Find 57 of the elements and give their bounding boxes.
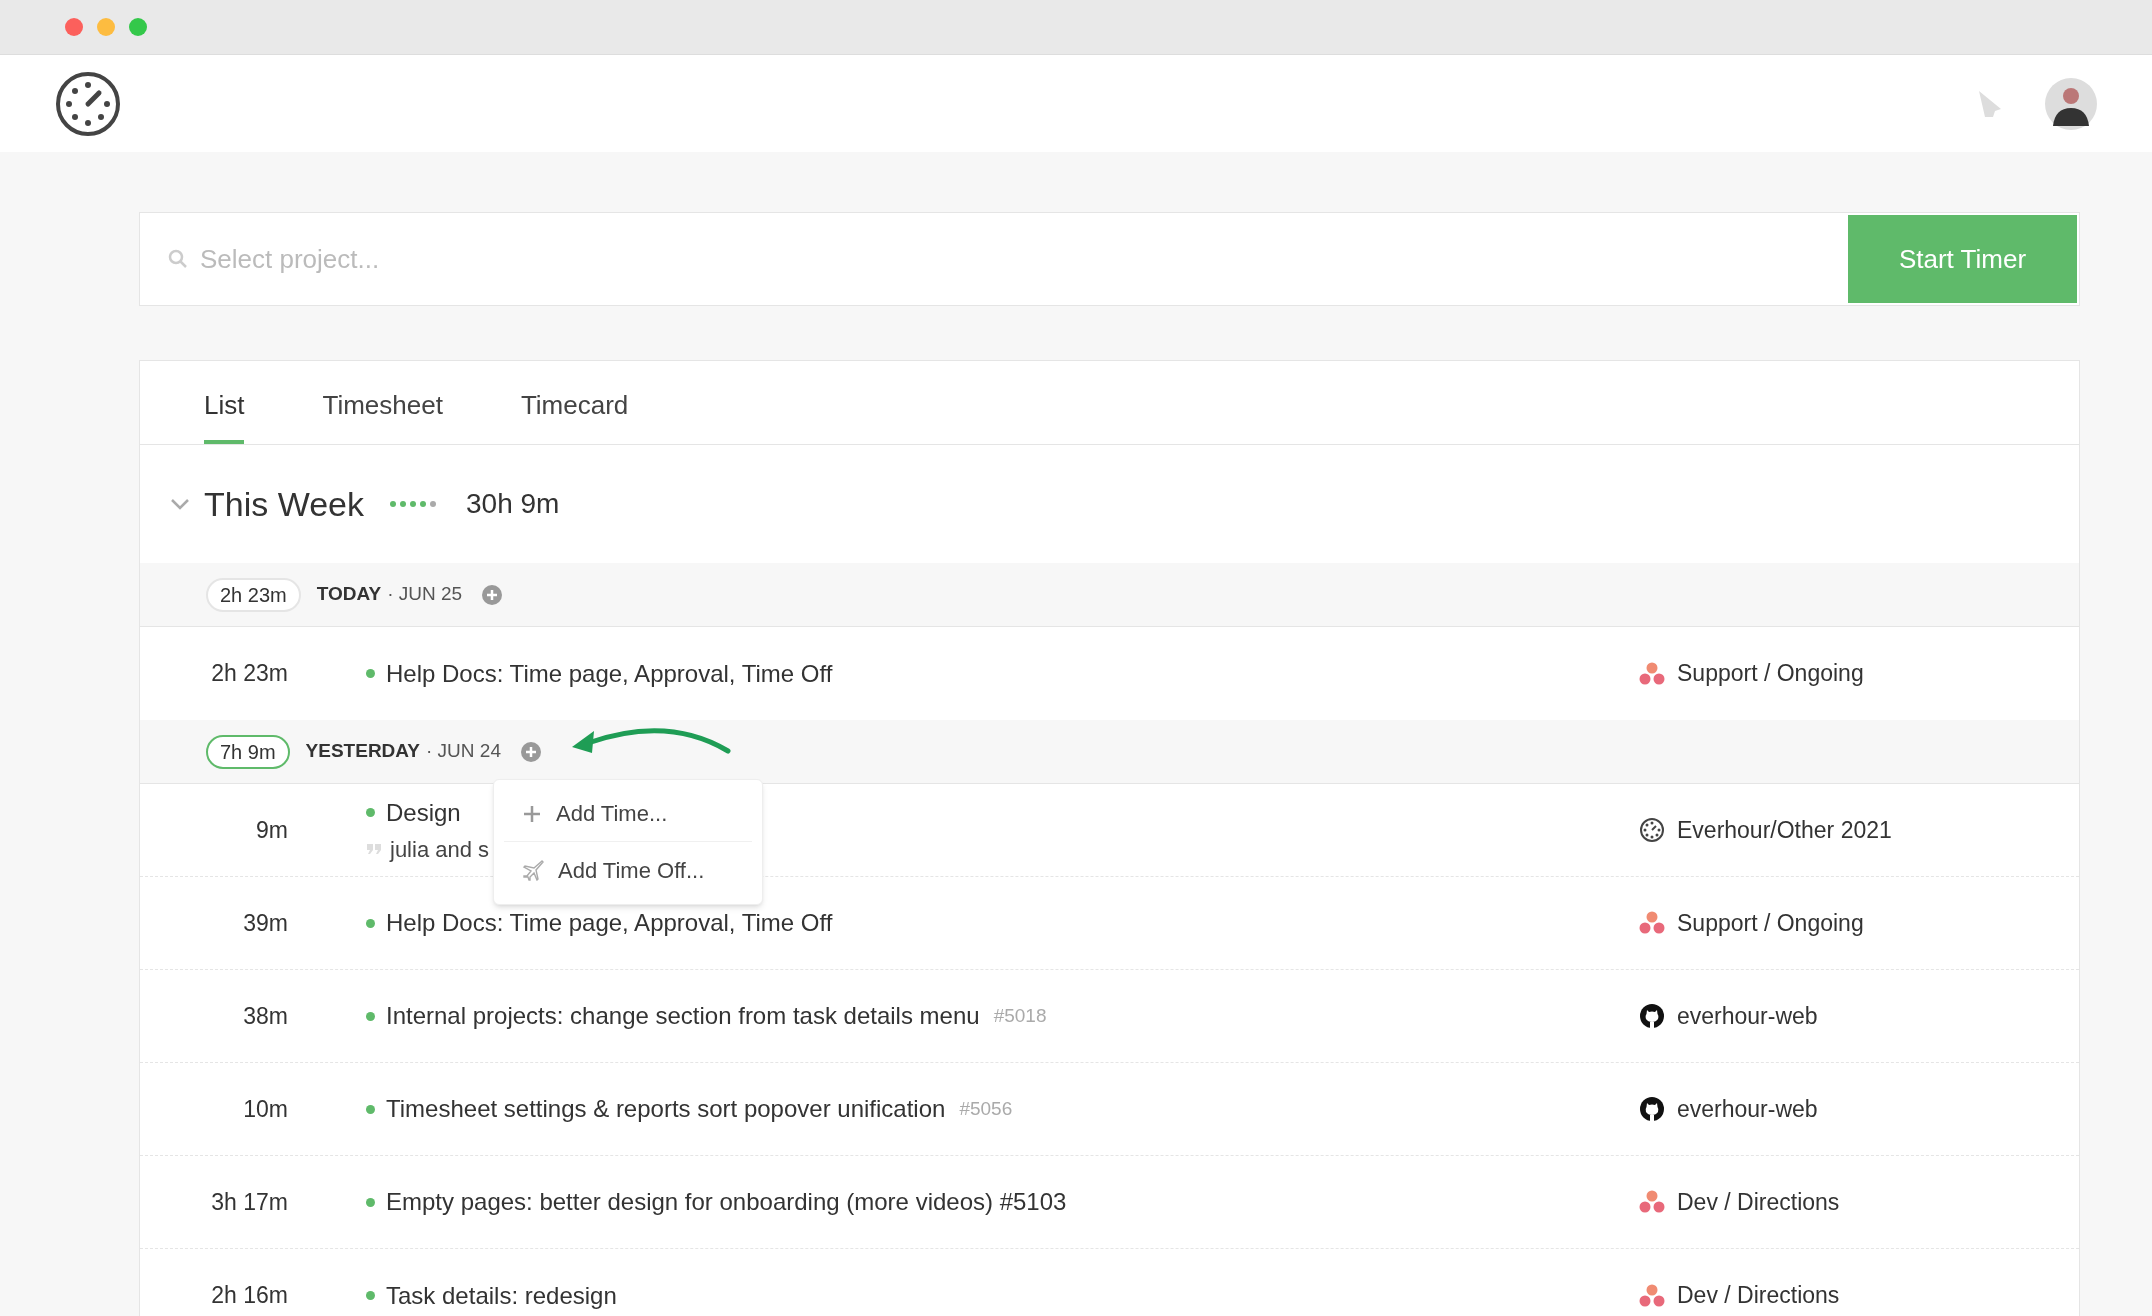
- day-total-badge: 2h 23m: [206, 577, 301, 612]
- task-number: #5018: [993, 1003, 1047, 1028]
- day-date: · JUN 24: [426, 739, 501, 764]
- tab[interactable]: Timecard: [520, 384, 629, 444]
- progress-dots-icon: [390, 501, 436, 507]
- entry-duration: 3h 17m: [210, 1187, 288, 1217]
- asana-dots-icon: [1639, 1190, 1665, 1214]
- asana-dots-icon: [1639, 661, 1665, 686]
- maximize-window-control[interactable]: [129, 18, 147, 36]
- task-title[interactable]: Help Docs: Time page, Approval, Time Off: [386, 655, 833, 692]
- project-name[interactable]: everhour-web: [1677, 998, 1818, 1034]
- entry-comment: julia and s: [390, 835, 490, 864]
- github-icon: [1639, 1096, 1665, 1122]
- task-title[interactable]: Internal projects: change section from task details menu: [386, 998, 980, 1034]
- task-title[interactable]: Help Docs: Time page, Approval, Time Off: [386, 905, 833, 941]
- day-date: · JUN 25: [387, 582, 463, 607]
- add-circle-icon[interactable]: [520, 741, 541, 762]
- day-label: TODAY: [316, 582, 382, 607]
- menu-item[interactable]: Add Time Off...: [504, 842, 752, 898]
- asana-dots-icon: [1639, 911, 1665, 935]
- week-title: This Week: [204, 483, 364, 525]
- task-title[interactable]: Task details: redesign: [386, 1277, 617, 1314]
- entry-duration: 2h 23m: [210, 659, 288, 689]
- project-name[interactable]: Dev / Directions: [1677, 1278, 1840, 1313]
- tab[interactable]: Timesheet: [322, 384, 443, 444]
- chevron-down-icon[interactable]: [170, 497, 192, 511]
- avatar[interactable]: [2045, 77, 2097, 130]
- minimize-window-control[interactable]: [97, 18, 115, 36]
- task-title[interactable]: Design: [386, 794, 461, 831]
- task-title[interactable]: Timesheet settings & reports sort popover unification: [386, 1091, 946, 1127]
- plus-icon: [522, 803, 542, 824]
- tab[interactable]: List: [204, 384, 245, 444]
- add-circle-icon[interactable]: [482, 584, 503, 605]
- entry-duration: 2h 16m: [210, 1281, 288, 1311]
- airplane-icon: [522, 859, 544, 881]
- logo-icon[interactable]: [55, 70, 121, 137]
- quote-icon: [366, 843, 382, 855]
- entry-duration: 9m: [255, 815, 288, 845]
- asana-dots-icon: [1639, 1283, 1665, 1308]
- project-name[interactable]: Support / Ongoing: [1677, 905, 1864, 941]
- close-window-control[interactable]: [65, 18, 83, 36]
- task-title[interactable]: Empty pages: better design for onboarding (more videos) #5103: [386, 1184, 1067, 1220]
- search-icon: [168, 249, 188, 269]
- project-name[interactable]: Dev / Directions: [1677, 1184, 1840, 1220]
- week-total: 30h 9m: [466, 487, 560, 521]
- project-name[interactable]: Everhour/Other 2021: [1677, 812, 1892, 848]
- project-name[interactable]: everhour-web: [1677, 1091, 1818, 1127]
- entry-duration: 38m: [242, 1001, 288, 1031]
- entry-duration: 39m: [242, 908, 288, 938]
- project-name[interactable]: Support / Ongoing: [1677, 656, 1864, 691]
- task-number: #5056: [959, 1096, 1013, 1121]
- entry-duration: 10m: [242, 1094, 288, 1124]
- github-icon: [1639, 1003, 1665, 1029]
- day-label: YESTERDAY: [305, 739, 420, 764]
- menu-item[interactable]: Add Time...: [504, 786, 752, 842]
- everhour-logo-icon: [1639, 817, 1665, 843]
- day-total-badge: 7h 9m: [206, 734, 290, 769]
